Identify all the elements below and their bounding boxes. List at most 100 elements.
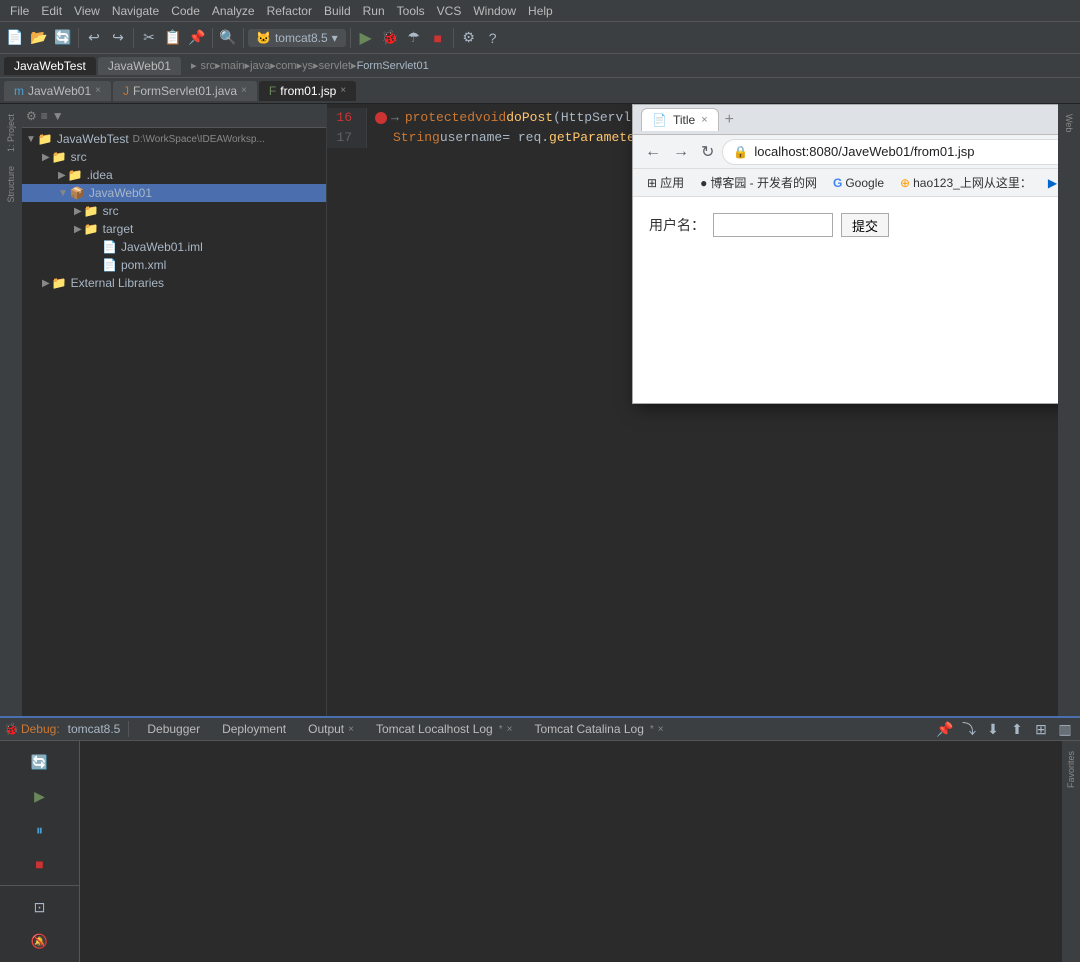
file-tab-formservlet[interactable]: J FormServlet01.java × <box>113 81 257 101</box>
catalina-close[interactable]: × <box>658 724 664 735</box>
bottom-tab-output[interactable]: Output × <box>298 719 364 739</box>
debug-restart-btn[interactable]: 🔄 <box>24 746 56 778</box>
redo-btn[interactable]: ↪ <box>107 27 129 49</box>
tree-item-javawebtest[interactable]: ▼ 📁 JavaWebTest D:\WorkSpace\IDEAWorksp.… <box>22 130 326 148</box>
step-into-btn[interactable]: ⬇ <box>982 718 1004 740</box>
project-tab-javawebtest[interactable]: JavaWebTest <box>4 57 96 75</box>
bottom-tab-tomcat-catalina[interactable]: Tomcat Catalina Log * × <box>524 719 673 739</box>
bookmark-hao123[interactable]: ⊕ hao123_上网从这里： <box>894 172 1038 193</box>
search-btn[interactable]: 🔍 <box>217 27 239 49</box>
menu-edit[interactable]: Edit <box>35 2 68 20</box>
tree-item-external-libs[interactable]: ▶ 📁 External Libraries <box>22 274 326 292</box>
breakpoint-dot[interactable] <box>375 112 387 124</box>
sidebar-collapse-icon[interactable]: ≡ <box>41 109 48 123</box>
breadcrumb-class[interactable]: FormServlet01 <box>357 60 429 72</box>
browser-forward-btn[interactable]: → <box>669 141 693 163</box>
bookmark-cnblogs[interactable]: ● 博客园 - 开发者的网 <box>694 172 823 193</box>
tree-item-javaweb01-src[interactable]: ▶ 📁 src <box>22 202 326 220</box>
debug-resume-btn[interactable]: ▶ <box>24 780 56 812</box>
menu-help[interactable]: Help <box>522 2 559 20</box>
menu-vcs[interactable]: VCS <box>431 2 468 20</box>
bookmark-apps[interactable]: ⊞ 应用 <box>641 172 690 193</box>
breadcrumb-ys[interactable]: ys <box>302 60 313 72</box>
menu-file[interactable]: File <box>4 2 35 20</box>
right-tab-web[interactable]: Web <box>1062 108 1076 138</box>
browser-address-bar[interactable]: 🔒 localhost:8080/JaveWeb01/from01.jsp <box>722 139 1058 165</box>
refresh-btn[interactable]: 🔄 <box>52 27 74 49</box>
step-over-btn[interactable]: ⤵ <box>958 718 980 740</box>
breadcrumb-java[interactable]: java <box>250 60 270 72</box>
tree-item-src[interactable]: ▶ 📁 src <box>22 148 326 166</box>
menu-view[interactable]: View <box>68 2 106 20</box>
menu-navigate[interactable]: Navigate <box>106 2 165 20</box>
tree-item-iml[interactable]: 📄 JavaWeb01.iml <box>22 238 326 256</box>
debug-stop-btn[interactable]: ■ <box>24 848 56 880</box>
browser-tab-title[interactable]: 📄 Title × <box>641 108 719 131</box>
browser-refresh-btn[interactable]: ↻ <box>697 140 718 164</box>
step-out-btn[interactable]: ⬆ <box>1006 718 1028 740</box>
breadcrumb-servlet[interactable]: servlet <box>319 60 351 72</box>
coverage-btn[interactable]: ☂ <box>403 27 425 49</box>
debug-mute-btn[interactable]: 🔕 <box>24 925 56 957</box>
tomcat-config-btn[interactable]: 🐱 tomcat8.5 ▾ <box>248 29 346 47</box>
sidebar-menu-icon[interactable]: ▼ <box>52 109 64 123</box>
menu-analyze[interactable]: Analyze <box>206 2 261 20</box>
submit-btn[interactable]: 提交 <box>841 213 889 237</box>
frames-btn[interactable]: ▥ <box>1054 718 1076 740</box>
cut-btn[interactable]: ✂ <box>138 27 160 49</box>
localhost-close[interactable]: × <box>507 724 513 735</box>
bookmark-teacher[interactable]: ▶ 2017年教师招聘视频 <box>1042 172 1058 193</box>
new-file-btn[interactable]: 📄 <box>4 27 26 49</box>
pin-btn[interactable]: 📌 <box>934 718 956 740</box>
settings-btn[interactable]: ⚙ <box>458 27 480 49</box>
bottom-tab-bar: 🐞 Debug: tomcat8.5 Debugger Deployment O… <box>0 718 1080 741</box>
bottom-tab-debugger[interactable]: Debugger <box>137 719 210 739</box>
folder-icon-idea: 📁 <box>68 168 83 182</box>
menu-window[interactable]: Window <box>467 2 522 20</box>
menu-refactor[interactable]: Refactor <box>261 2 318 20</box>
left-tab-structure[interactable]: Structure <box>4 160 18 209</box>
breadcrumb-com[interactable]: com <box>276 60 297 72</box>
undo-btn[interactable]: ↩ <box>83 27 105 49</box>
menu-build[interactable]: Build <box>318 2 357 20</box>
bottom-tab-deployment[interactable]: Deployment <box>212 719 296 739</box>
browser-back-btn[interactable]: ← <box>641 141 665 163</box>
file-tab-from01-close[interactable]: × <box>340 85 346 96</box>
username-input[interactable] <box>713 213 833 237</box>
paste-btn[interactable]: 📌 <box>186 27 208 49</box>
debug-view-btn[interactable]: ⊡ <box>24 891 56 923</box>
tree-item-idea[interactable]: ▶ 📁 .idea <box>22 166 326 184</box>
tree-item-javaweb01[interactable]: ▼ 📦 JavaWeb01 <box>22 184 326 202</box>
browser-url: localhost:8080/JaveWeb01/from01.jsp <box>754 144 1058 159</box>
left-tab-project[interactable]: 1: Project <box>4 108 18 158</box>
copy-btn[interactable]: 📋 <box>162 27 184 49</box>
breadcrumb-main[interactable]: main <box>221 60 245 72</box>
help-btn[interactable]: ? <box>482 27 504 49</box>
file-tab-formservlet-close[interactable]: × <box>241 85 247 96</box>
bottom-tab-tomcat-localhost[interactable]: Tomcat Localhost Log * × <box>366 719 523 739</box>
browser-tab-close-btn[interactable]: × <box>701 114 707 126</box>
sidebar-gear-icon[interactable]: ⚙ <box>26 109 37 123</box>
stop-btn[interactable]: ■ <box>427 27 449 49</box>
file-tab-from01[interactable]: F from01.jsp × <box>259 81 356 101</box>
file-tab-javaweb01-close[interactable]: × <box>95 85 101 96</box>
menu-run[interactable]: Run <box>357 2 391 20</box>
browser-new-tab-btn[interactable]: + <box>725 111 734 129</box>
project-tab-javaweb01[interactable]: JavaWeb01 <box>98 57 181 75</box>
tree-item-pom[interactable]: 📄 pom.xml <box>22 256 326 274</box>
open-btn[interactable]: 📂 <box>28 27 50 49</box>
file-tab-javaweb01[interactable]: m JavaWeb01 × <box>4 81 111 101</box>
menu-tools[interactable]: Tools <box>391 2 431 20</box>
bookmark-google[interactable]: G Google <box>827 174 890 192</box>
favorites-tab[interactable]: Favorites <box>1064 745 1078 794</box>
debug-pause-btn[interactable]: ⏸ <box>24 814 56 846</box>
breadcrumb-src[interactable]: src <box>201 60 216 72</box>
run-btn[interactable]: ▶ <box>355 27 377 49</box>
project-icon: 📁 <box>38 132 53 146</box>
debug-btn[interactable]: 🐞 <box>379 27 401 49</box>
jsp-file-icon: F <box>269 84 276 98</box>
output-close[interactable]: × <box>348 724 354 735</box>
tree-item-target[interactable]: ▶ 📁 target <box>22 220 326 238</box>
menu-code[interactable]: Code <box>165 2 206 20</box>
evaluate-btn[interactable]: ⊞ <box>1030 718 1052 740</box>
